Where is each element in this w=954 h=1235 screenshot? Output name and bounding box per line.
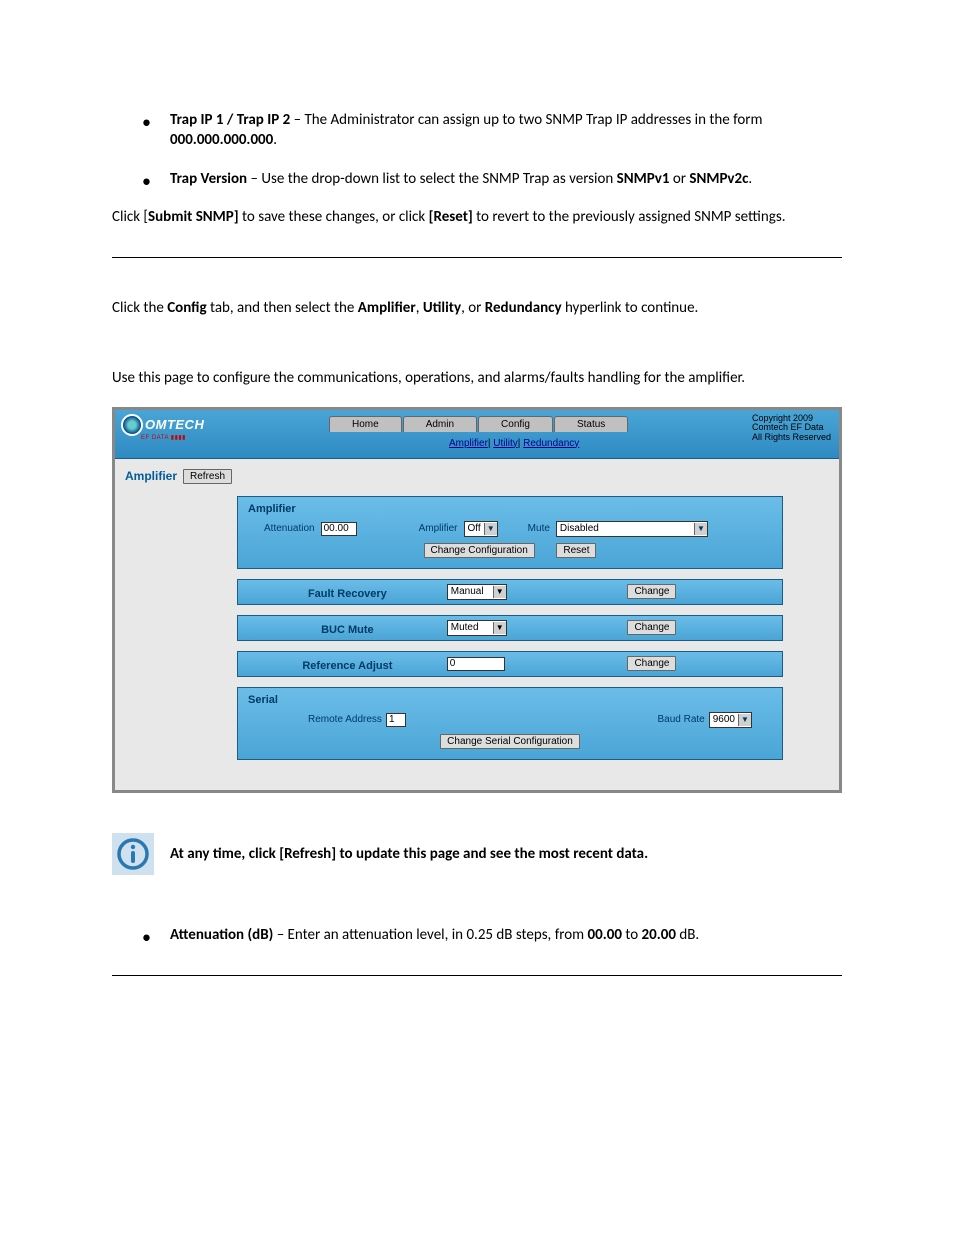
reference-adjust-input[interactable] <box>447 657 505 671</box>
info-icon <box>112 833 154 875</box>
attenuation-input[interactable] <box>321 522 357 536</box>
submit-snmp-line: Click [Submit SNMP] to save these change… <box>112 207 842 227</box>
sub-tabs: Amplifier| Utility| Redundancy <box>449 438 579 449</box>
tab-home[interactable]: Home <box>329 416 402 432</box>
logo-text: OMTECH <box>145 417 204 432</box>
subtab-amplifier[interactable]: Amplifier <box>449 438 488 449</box>
copyright: Copyright 2009 Comtech EF Data All Right… <box>752 414 831 444</box>
panel-fault-recovery: Fault Recovery Manual ▼ Change <box>237 579 783 605</box>
change-serial-config-button[interactable]: Change Serial Configuration <box>440 734 580 749</box>
tab-status[interactable]: Status <box>554 416 628 432</box>
buc-mute-title: BUC Mute <box>248 618 447 638</box>
fault-change-button[interactable]: Change <box>627 584 676 599</box>
top-bullets: Trap IP 1 / Trap IP 2 – The Administrato… <box>112 110 842 189</box>
reset-button[interactable]: Reset <box>556 543 596 558</box>
baud-rate-select[interactable]: 9600 ▼ <box>709 712 752 728</box>
remote-address-input[interactable] <box>386 713 406 727</box>
page-title: Amplifier <box>125 469 177 483</box>
bullet-trap-version: Trap Version – Use the drop-down list to… <box>142 169 842 189</box>
bullet-attenuation: Attenuation (dB) – Enter an attenuation … <box>142 925 842 945</box>
logo: OMTECH EF DATA ▮▮▮▮ <box>121 414 204 441</box>
mute-label: Mute <box>528 523 550 534</box>
fault-recovery-title: Fault Recovery <box>248 582 447 602</box>
refresh-button[interactable]: Refresh <box>183 469 232 484</box>
bottom-bullets: Attenuation (dB) – Enter an attenuation … <box>112 925 842 945</box>
reference-adjust-title: Reference Adjust <box>248 654 447 674</box>
config-tab-line: Click the Config tab, and then select th… <box>112 298 842 318</box>
panel-reference-adjust: Reference Adjust Change <box>237 651 783 677</box>
tab-config[interactable]: Config <box>478 416 553 432</box>
logo-subtitle: EF DATA ▮▮▮▮ <box>141 434 204 441</box>
change-configuration-button[interactable]: Change Configuration <box>424 543 535 558</box>
chevron-down-icon: ▼ <box>484 523 497 535</box>
serial-title: Serial <box>248 694 772 706</box>
note-text: At any time, click [Refresh] to update t… <box>170 845 648 863</box>
tab-admin[interactable]: Admin <box>403 416 477 432</box>
chevron-down-icon: ▼ <box>493 622 506 634</box>
chevron-down-icon: ▼ <box>694 523 707 535</box>
chevron-down-icon: ▼ <box>738 714 751 726</box>
panel-amplifier: Amplifier Attenuation Amplifier Off ▼ Mu… <box>237 496 783 569</box>
main-tabs: Home Admin Config Status <box>329 416 628 432</box>
baud-rate-label: Baud Rate <box>657 714 704 725</box>
subtab-utility[interactable]: Utility <box>493 438 517 449</box>
intro-paragraph: Use this page to configure the communica… <box>112 368 842 388</box>
note-box: At any time, click [Refresh] to update t… <box>112 833 842 875</box>
fault-recovery-select[interactable]: Manual ▼ <box>447 584 507 600</box>
divider-1 <box>112 257 842 258</box>
bullet-trap-ip: Trap IP 1 / Trap IP 2 – The Administrato… <box>142 110 842 151</box>
screenshot-figure: OMTECH EF DATA ▮▮▮▮ Copyright 2009 Comte… <box>112 407 842 793</box>
amplifier-select[interactable]: Off ▼ <box>464 521 498 537</box>
panel-amplifier-title: Amplifier <box>248 503 772 515</box>
reference-change-button[interactable]: Change <box>627 656 676 671</box>
figure-body: Amplifier Refresh Amplifier Attenuation … <box>115 459 839 790</box>
attenuation-label: Attenuation <box>264 523 315 534</box>
remote-address-label: Remote Address <box>308 714 382 725</box>
figure-header: OMTECH EF DATA ▮▮▮▮ Copyright 2009 Comte… <box>115 410 839 459</box>
panel-buc-mute: BUC Mute Muted ▼ Change <box>237 615 783 641</box>
globe-icon <box>121 414 143 436</box>
chevron-down-icon: ▼ <box>493 586 506 598</box>
panel-serial: Serial Remote Address Baud Rate 9600 ▼ <box>237 687 783 760</box>
mute-select[interactable]: Disabled ▼ <box>556 521 708 537</box>
buc-change-button[interactable]: Change <box>627 620 676 635</box>
buc-mute-select[interactable]: Muted ▼ <box>447 620 507 636</box>
subtab-redundancy[interactable]: Redundancy <box>523 438 579 449</box>
amplifier-label: Amplifier <box>419 523 458 534</box>
footer-rule <box>112 975 842 976</box>
